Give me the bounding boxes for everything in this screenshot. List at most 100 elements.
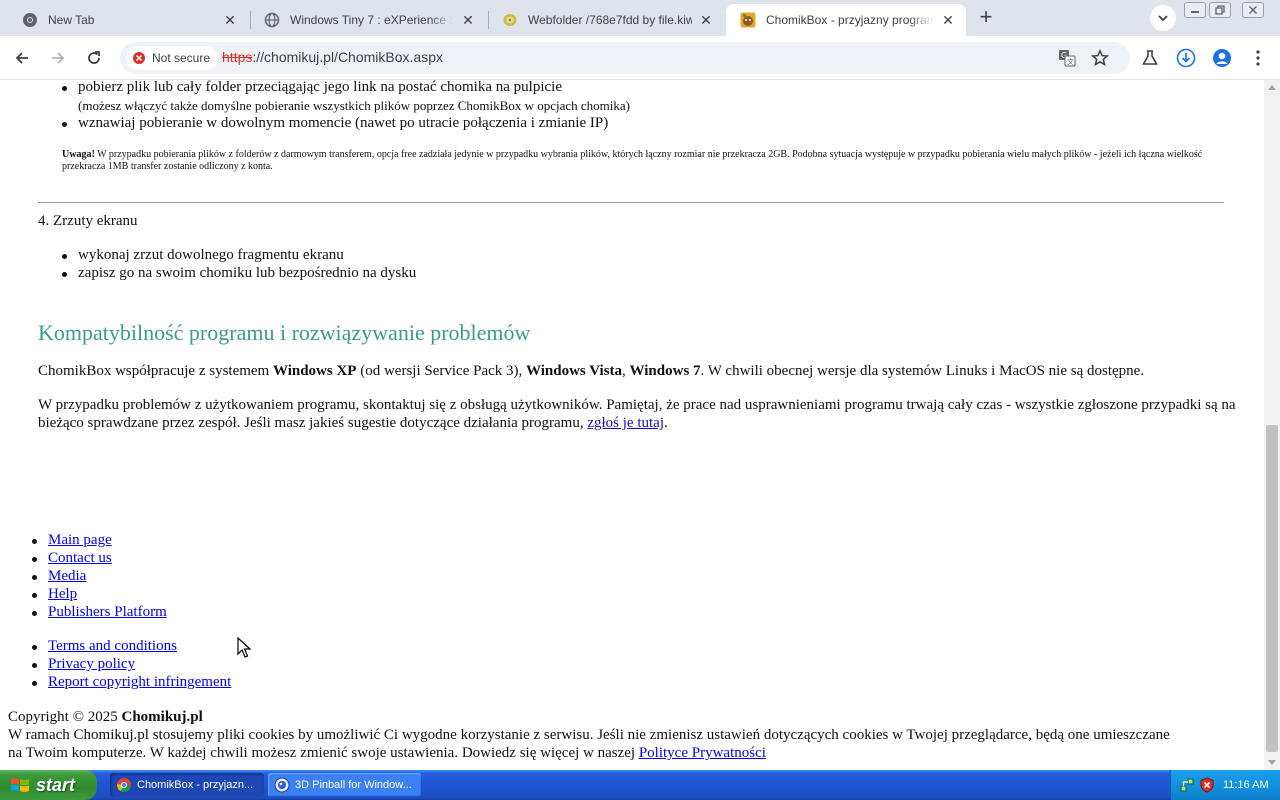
tab-title: Webfolder /768e7fdd by file.kiwi	[528, 13, 692, 27]
report-link[interactable]: zgłoś je tutaj	[587, 415, 664, 431]
downloads-button[interactable]	[1174, 46, 1198, 70]
os-name: Windows Vista	[526, 363, 623, 379]
os-name: Windows XP	[272, 363, 357, 379]
taskbar-item-pinball[interactable]: 3D Pinball for Window...	[268, 773, 422, 797]
restore-icon	[1215, 5, 1225, 15]
section-title: 4. Zrzuty ekranu	[38, 213, 138, 229]
close-icon[interactable]: ✕	[940, 12, 956, 28]
list-item: wznawiaj pobieranie w dowolnym momencie …	[61, 115, 609, 131]
security-label: Not secure	[152, 51, 211, 65]
mouse-cursor-icon	[237, 637, 251, 658]
back-button[interactable]	[10, 46, 34, 70]
taskbar-item-label: ChomikBox - przyjazn...	[137, 779, 254, 791]
footer-link-contact[interactable]: Contact us	[32, 550, 112, 567]
tab-chomikbox[interactable]: ChomikBox - przyjazny program u ✕	[726, 4, 966, 36]
url-text[interactable]: https://chomikuj.pl/ChomikBox.aspx	[222, 49, 443, 65]
chevron-down-icon	[1158, 15, 1168, 22]
warning-note: Uwaga! W przypadku pobierania plików z f…	[62, 149, 1212, 173]
text-span: . W chwili obecnej wersje dla systemów L…	[700, 363, 1145, 379]
cookie-notice-line: na Twoim komputerze. W każdej chwili moż…	[8, 744, 766, 762]
scrollbar-thumb[interactable]	[1266, 425, 1278, 752]
chrome-icon	[22, 12, 38, 28]
chrome-icon	[117, 778, 131, 793]
compat-heading: Kompatybilność programu i rozwiązywanie …	[38, 320, 531, 345]
scroll-up-icon[interactable]	[1268, 85, 1276, 90]
new-tab-button[interactable]: +	[974, 6, 998, 30]
menu-button[interactable]	[1246, 46, 1270, 70]
download-icon	[1176, 48, 1196, 68]
privacy-policy-link[interactable]: Polityce Prywatności	[639, 745, 766, 761]
security-chip[interactable]: Not secure	[126, 46, 219, 70]
download-subnote: (możesz włączyć także domyślne pobierani…	[78, 98, 630, 113]
cookie-notice-line: W ramach Chomikuj.pl stosujemy pliki coo…	[8, 727, 1170, 743]
tab-title: Windows Tiny 7 : eXPerience : Fre	[290, 13, 454, 27]
kebab-menu-icon	[1256, 50, 1260, 66]
scroll-down-icon[interactable]	[1268, 760, 1276, 765]
minimize-icon	[1191, 11, 1199, 13]
copyright-text: Copyright © 2025	[8, 709, 122, 725]
text-span: ChomikBox współpracuje z systemem	[38, 363, 273, 379]
browser-toolbar: Not secure https://chomikuj.pl/ChomikBox…	[0, 36, 1280, 80]
forward-arrow-icon	[52, 52, 65, 64]
profile-button[interactable]	[1210, 46, 1234, 70]
copyright: Copyright © 2025 Chomikuj.pl	[8, 708, 203, 726]
footer-link-main-page[interactable]: Main page	[32, 532, 112, 549]
url-scheme: https	[222, 49, 253, 65]
restore-button[interactable]	[1209, 2, 1231, 18]
text-span: (od wersji Service Pack 3),	[356, 363, 527, 379]
warning-label: Uwaga!	[62, 149, 95, 160]
os-name: Windows 7	[629, 363, 701, 379]
tab-search-button[interactable]	[1150, 5, 1176, 31]
url-path: ://chomikuj.pl/ChomikBox.aspx	[252, 49, 443, 65]
avatar-icon	[1213, 49, 1231, 67]
tab-webfolder[interactable]: Webfolder /768e7fdd by file.kiwi ✕	[488, 4, 724, 36]
start-label: start	[36, 774, 76, 795]
reload-button[interactable]	[82, 46, 106, 70]
system-tray: 11:16 AM	[1170, 770, 1280, 800]
tab-windows-tiny[interactable]: Windows Tiny 7 : eXPerience : Fre ✕	[250, 4, 486, 36]
start-button[interactable]: start	[0, 770, 97, 800]
close-icon[interactable]: ✕	[460, 12, 476, 28]
footer-link-copyright[interactable]: Report copyright infringement	[31, 674, 231, 691]
clock: 11:16 AM	[1223, 779, 1269, 791]
divider	[38, 202, 1224, 203]
forward-button[interactable]	[46, 46, 70, 70]
pinball-icon	[274, 777, 290, 793]
back-arrow-icon	[15, 52, 28, 64]
chomik-icon	[740, 12, 756, 28]
windows-logo-icon	[11, 778, 29, 792]
taskbar: start ChomikBox - przyjazn... 3D Pinball…	[0, 770, 1280, 800]
footer-link-help[interactable]: Help	[31, 586, 77, 603]
support-paragraph: W przypadku problemów z użytkowaniem pro…	[38, 396, 1238, 432]
warning-icon	[133, 52, 145, 64]
security-shield-icon[interactable]	[1199, 777, 1215, 793]
tab-new-tab[interactable]: New Tab ✕	[8, 4, 248, 36]
star-icon	[1091, 49, 1109, 67]
globe-icon	[264, 12, 280, 28]
taskbar-item-chrome[interactable]: ChomikBox - przyjazn...	[110, 773, 264, 797]
page-viewport: pobierz plik lub cały folder przeciągają…	[0, 80, 1264, 770]
footer-link-privacy[interactable]: Privacy policy	[31, 656, 135, 673]
text-span: .	[664, 415, 668, 431]
bookmark-button[interactable]	[1090, 48, 1110, 68]
footer-link-publishers[interactable]: Publishers Platform	[32, 604, 167, 621]
tab-title: ChomikBox - przyjazny program u	[766, 13, 934, 27]
reload-icon	[88, 51, 100, 64]
kiwi-icon	[502, 12, 518, 28]
list-item: pobierz plik lub cały folder przeciągają…	[62, 80, 562, 95]
translate-button[interactable]: G文	[1057, 48, 1077, 68]
tab-title: New Tab	[48, 13, 95, 27]
minimize-button[interactable]	[1184, 2, 1206, 18]
labs-button[interactable]	[1138, 46, 1162, 70]
footer-link-terms[interactable]: Terms and conditions	[32, 638, 177, 655]
close-icon[interactable]: ✕	[222, 12, 238, 28]
address-bar[interactable]: Not secure https://chomikuj.pl/ChomikBox…	[120, 42, 1130, 74]
list-item: zapisz go na swoim chomiku lub bezpośred…	[61, 265, 417, 281]
close-icon	[1249, 6, 1257, 14]
close-icon[interactable]: ✕	[698, 12, 714, 28]
page-scrollbar[interactable]	[1264, 80, 1280, 770]
network-icon[interactable]	[1179, 777, 1195, 793]
close-window-button[interactable]	[1242, 2, 1264, 18]
text-span: ,	[622, 363, 630, 379]
footer-link-media[interactable]: Media	[31, 568, 86, 585]
